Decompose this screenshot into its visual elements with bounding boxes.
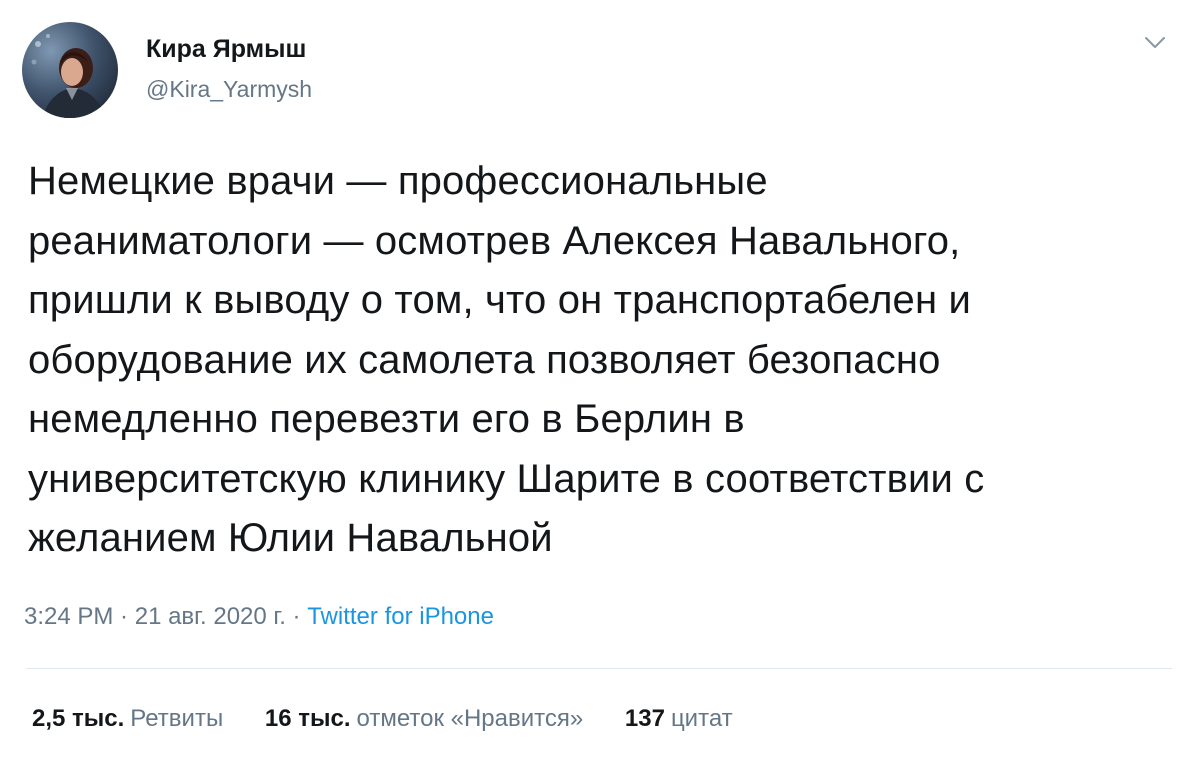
likes-label: отметок «Нравится» [356,705,584,732]
meta-separator: · [285,603,308,630]
tweet-text-line: оборудование их самолета позволяет безоп… [28,337,941,382]
author-avatar[interactable] [22,22,118,118]
tweet-stats: 2,5 тыс. Ретвиты 16 тыс. отметок «Нравится… [32,705,768,733]
quotes-stat[interactable]: 137 цитат [625,705,733,733]
author-handle[interactable]: @Kira_Yarmysh [146,76,312,103]
avatar-image [22,22,118,118]
likes-stat[interactable]: 16 тыс. отметок «Нравится» [265,705,583,733]
meta-separator: · [113,603,135,630]
quotes-label: цитат [670,705,733,732]
tweet-date[interactable]: 21 авг. 2020 г. [135,603,286,630]
tweet-text: Немецкие врачи — профессиональные реаним… [28,152,1158,569]
tweet-text-line: Немецкие врачи — профессиональные [28,159,768,203]
retweets-count: 2,5 тыс. [32,705,125,732]
tweet-text-line: университетскую клинику Шарите в соответ… [28,456,985,501]
likes-count: 16 тыс. [264,705,351,732]
tweet-meta: 3:24 PM · 21 авг. 2020 г. · Twitter for … [24,603,494,631]
tweet-text-line: немедленно перевезти его в Берлин в [28,397,745,441]
tweet-text-line: реаниматологи — осмотрев Алексея Навальн… [28,218,961,263]
tweet-menu-button[interactable] [1140,28,1170,58]
retweets-label: Ретвиты [130,705,224,732]
author-name[interactable]: Кира Ярмыш [146,35,306,64]
tweet-text-line: пришли к выводу о том, что он транспорта… [28,278,971,322]
tweet-source-link[interactable]: Twitter for iPhone [307,603,494,630]
divider [26,668,1172,669]
tweet-time[interactable]: 3:24 PM [24,603,113,630]
quotes-count: 137 [624,705,665,732]
retweets-stat[interactable]: 2,5 тыс. Ретвиты [32,705,223,733]
tweet-card: Кира Ярмыш @Kira_Yarmysh Немецкие врачи … [0,0,1200,761]
tweet-text-line: желанием Юлии Навальной [28,516,553,560]
chevron-down-icon [1145,37,1165,48]
